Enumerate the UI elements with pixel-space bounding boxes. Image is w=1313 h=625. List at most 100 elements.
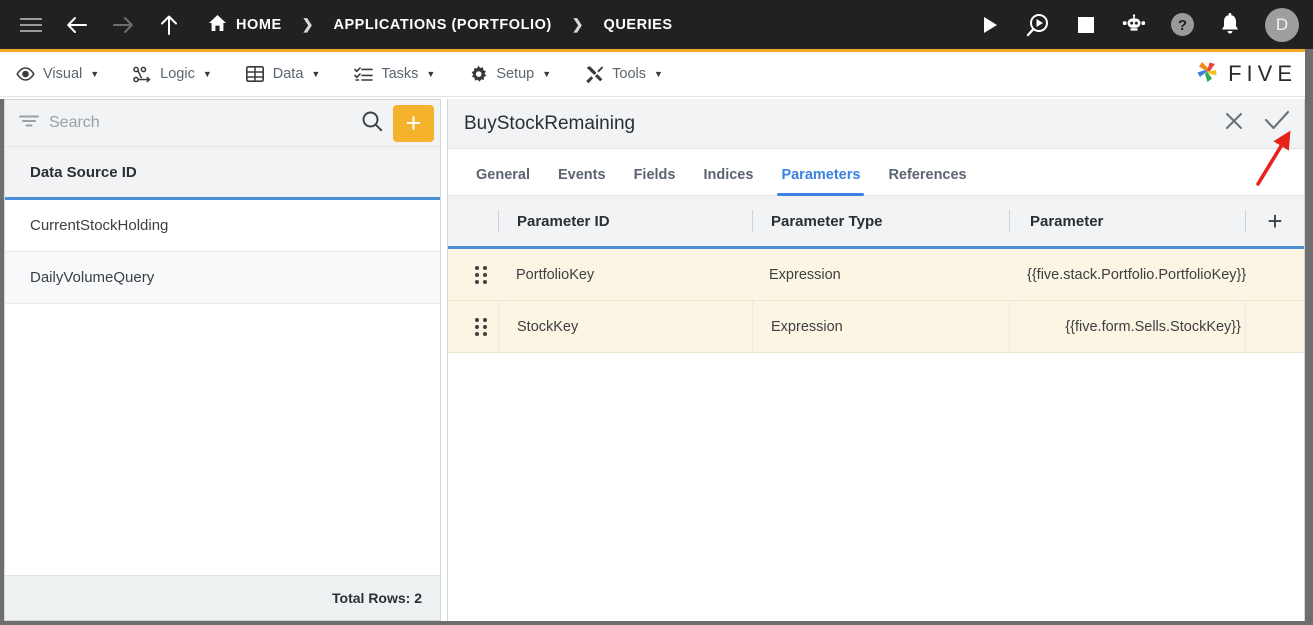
column-header-parameter-type[interactable]: Parameter Type — [753, 196, 1009, 246]
list-item-label: CurrentStockHolding — [30, 217, 169, 234]
breadcrumb: HOME ❯ APPLICATIONS (PORTFOLIO) ❯ QUERIE… — [204, 14, 677, 36]
column-header-parameter[interactable]: Parameter — [1010, 196, 1245, 246]
list-footer: Total Rows: 2 — [5, 575, 440, 620]
detail-tabs: General Events Fields Indices Parameters… — [448, 149, 1304, 196]
tab-general[interactable]: General — [462, 167, 544, 195]
list-empty-area — [5, 304, 440, 575]
menu-label: Logic — [160, 66, 195, 82]
cell-parameter-id: StockKey — [517, 318, 579, 335]
eye-icon — [16, 65, 35, 84]
table-row[interactable]: StockKey Expression {{five.form.Sells.St… — [448, 301, 1304, 353]
cell-parameter-type: Expression — [769, 266, 841, 283]
bell-icon[interactable] — [1217, 12, 1243, 38]
search-play-icon[interactable] — [1025, 12, 1051, 38]
avatar[interactable]: D — [1265, 7, 1299, 42]
brand-wordmark: FIVE — [1228, 61, 1297, 86]
detail-panel-header: BuyStockRemaining — [448, 99, 1304, 149]
stop-square-icon[interactable] — [1073, 12, 1099, 38]
arrow-left-icon[interactable] — [64, 12, 90, 38]
parameters-table: Parameter ID Parameter Type Parameter + … — [448, 196, 1304, 621]
top-navigation-bar: HOME ❯ APPLICATIONS (PORTFOLIO) ❯ QUERIE… — [0, 0, 1313, 49]
menu-item-setup[interactable]: Setup ▼ — [469, 65, 551, 84]
chevron-down-icon: ▼ — [311, 68, 321, 79]
row-drag-handle[interactable] — [448, 265, 498, 284]
svg-text:?: ? — [1177, 17, 1186, 34]
magnifier-icon[interactable] — [361, 110, 383, 137]
drag-column-header — [448, 196, 498, 246]
list-column-header[interactable]: Data Source ID — [5, 147, 440, 200]
flow-nodes-icon — [133, 65, 152, 84]
menu-label: Tools — [612, 66, 646, 82]
menu-item-visual[interactable]: Visual ▼ — [16, 65, 99, 84]
menu-label: Visual — [43, 66, 83, 82]
add-parameter-button[interactable]: + — [1246, 208, 1304, 234]
chevron-down-icon: ▼ — [654, 68, 663, 79]
cell-parameter-type: Expression — [771, 318, 843, 335]
menu-item-tools[interactable]: Tools ▼ — [585, 65, 663, 84]
list-item[interactable]: DailyVolumeQuery — [5, 252, 440, 304]
list-item-label: DailyVolumeQuery — [30, 269, 155, 286]
module-menu-bar: Visual ▼ Logic ▼ Data ▼ Tasks ▼ Setup ▼ … — [0, 49, 1313, 97]
window-left-edge — [0, 99, 4, 621]
breadcrumb-label: HOME — [236, 16, 282, 33]
table-empty-area — [448, 353, 1304, 621]
cell-divider — [1245, 301, 1246, 352]
close-x-icon[interactable] — [1224, 111, 1244, 136]
cell-parameter-value: {{five.form.Sells.StockKey}} — [1065, 318, 1241, 335]
filter-icon[interactable] — [19, 114, 39, 133]
cell-parameter-id: PortfolioKey — [516, 266, 595, 283]
breadcrumb-item-home[interactable]: HOME — [204, 14, 286, 36]
add-data-source-button[interactable]: + — [393, 104, 434, 142]
tab-indices[interactable]: Indices — [689, 167, 767, 195]
question-circle-icon[interactable]: ? — [1169, 12, 1195, 38]
total-rows-label: Total Rows: 2 — [332, 590, 422, 606]
menu-item-tasks[interactable]: Tasks ▼ — [354, 65, 435, 84]
breadcrumb-label: QUERIES — [603, 16, 673, 33]
window-right-scrollbar[interactable] — [1305, 49, 1313, 625]
drag-handle-icon[interactable] — [475, 317, 498, 336]
plus-icon: + — [1267, 206, 1283, 236]
play-icon[interactable] — [977, 12, 1003, 38]
top-action-bar: ? D — [977, 7, 1299, 42]
list-item[interactable]: CurrentStockHolding — [5, 200, 440, 252]
menu-label: Tasks — [381, 66, 419, 82]
row-drag-handle[interactable] — [448, 317, 498, 336]
chevron-down-icon: ▼ — [542, 68, 552, 79]
breadcrumb-label: APPLICATIONS (PORTFOLIO) — [333, 16, 552, 33]
nav-controls — [18, 12, 182, 38]
menu-label: Data — [272, 66, 304, 82]
detail-panel-actions — [1224, 110, 1290, 137]
detail-panel: BuyStockRemaining General Events Fields … — [447, 99, 1305, 621]
five-pinwheel-icon — [1193, 58, 1221, 91]
drag-handle-icon[interactable] — [475, 265, 498, 284]
home-icon — [208, 14, 227, 36]
breadcrumb-separator: ❯ — [571, 16, 584, 32]
window-bottom-edge — [0, 621, 1313, 625]
table-grid-icon — [246, 65, 265, 84]
column-header-data-source-id: Data Source ID — [30, 163, 137, 181]
arrow-up-icon[interactable] — [156, 12, 182, 38]
checklist-icon — [354, 65, 374, 84]
cell-parameter-value: {{five.stack.Portfolio.PortfolioKey}} — [1027, 266, 1247, 283]
search-input[interactable] — [49, 114, 351, 132]
table-row[interactable]: PortfolioKey Expression {{five.stack.Por… — [448, 249, 1304, 301]
chevron-down-icon: ▼ — [90, 68, 100, 79]
tab-references[interactable]: References — [874, 167, 980, 195]
breadcrumb-item-queries[interactable]: QUERIES — [600, 17, 677, 33]
chevron-down-icon: ▼ — [426, 68, 436, 79]
menu-item-data[interactable]: Data ▼ — [246, 65, 321, 84]
robot-icon[interactable] — [1121, 12, 1147, 38]
tab-fields[interactable]: Fields — [620, 167, 690, 195]
breadcrumb-item-applications[interactable]: APPLICATIONS (PORTFOLIO) — [329, 17, 555, 33]
menu-item-logic[interactable]: Logic ▼ — [133, 65, 212, 84]
tools-icon — [585, 65, 604, 84]
tab-parameters[interactable]: Parameters — [767, 167, 874, 196]
arrow-right-icon[interactable] — [110, 12, 136, 38]
breadcrumb-separator: ❯ — [301, 16, 314, 32]
application-window: HOME ❯ APPLICATIONS (PORTFOLIO) ❯ QUERIE… — [0, 0, 1313, 625]
tab-events[interactable]: Events — [544, 167, 620, 195]
column-header-parameter-id[interactable]: Parameter ID — [499, 196, 752, 246]
checkmark-icon[interactable] — [1264, 110, 1290, 137]
hamburger-icon[interactable] — [18, 12, 44, 38]
gear-icon — [469, 65, 488, 84]
